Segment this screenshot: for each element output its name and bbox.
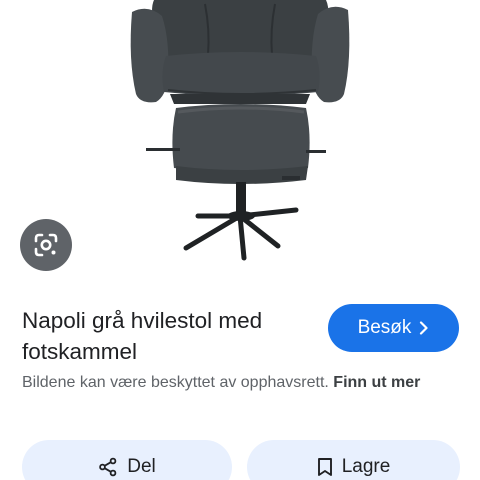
save-button-label: Lagre: [341, 456, 391, 477]
image-result-panel: Napoli grå hvilestol med fotskammel Besø…: [0, 0, 480, 480]
visit-button-label: Besøk: [357, 317, 412, 338]
result-title[interactable]: Napoli grå hvilestol med fotskammel: [22, 305, 312, 367]
share-button[interactable]: Del: [22, 440, 232, 480]
copyright-notice: Bildene kan være beskyttet av opphavsret…: [22, 370, 452, 395]
chevron-right-icon: [419, 321, 429, 335]
learn-more-link[interactable]: Finn ut mer: [333, 374, 420, 391]
share-button-label: Del: [127, 456, 156, 477]
product-image[interactable]: [110, 0, 370, 285]
visit-button[interactable]: Besøk: [328, 304, 459, 352]
lens-search-button[interactable]: [20, 219, 72, 271]
save-button[interactable]: Lagre: [247, 440, 460, 480]
copyright-text: Bildene kan være beskyttet av opphavsret…: [22, 374, 329, 391]
google-lens-icon: [33, 232, 59, 258]
share-icon: [98, 457, 118, 477]
bookmark-icon: [317, 457, 333, 477]
